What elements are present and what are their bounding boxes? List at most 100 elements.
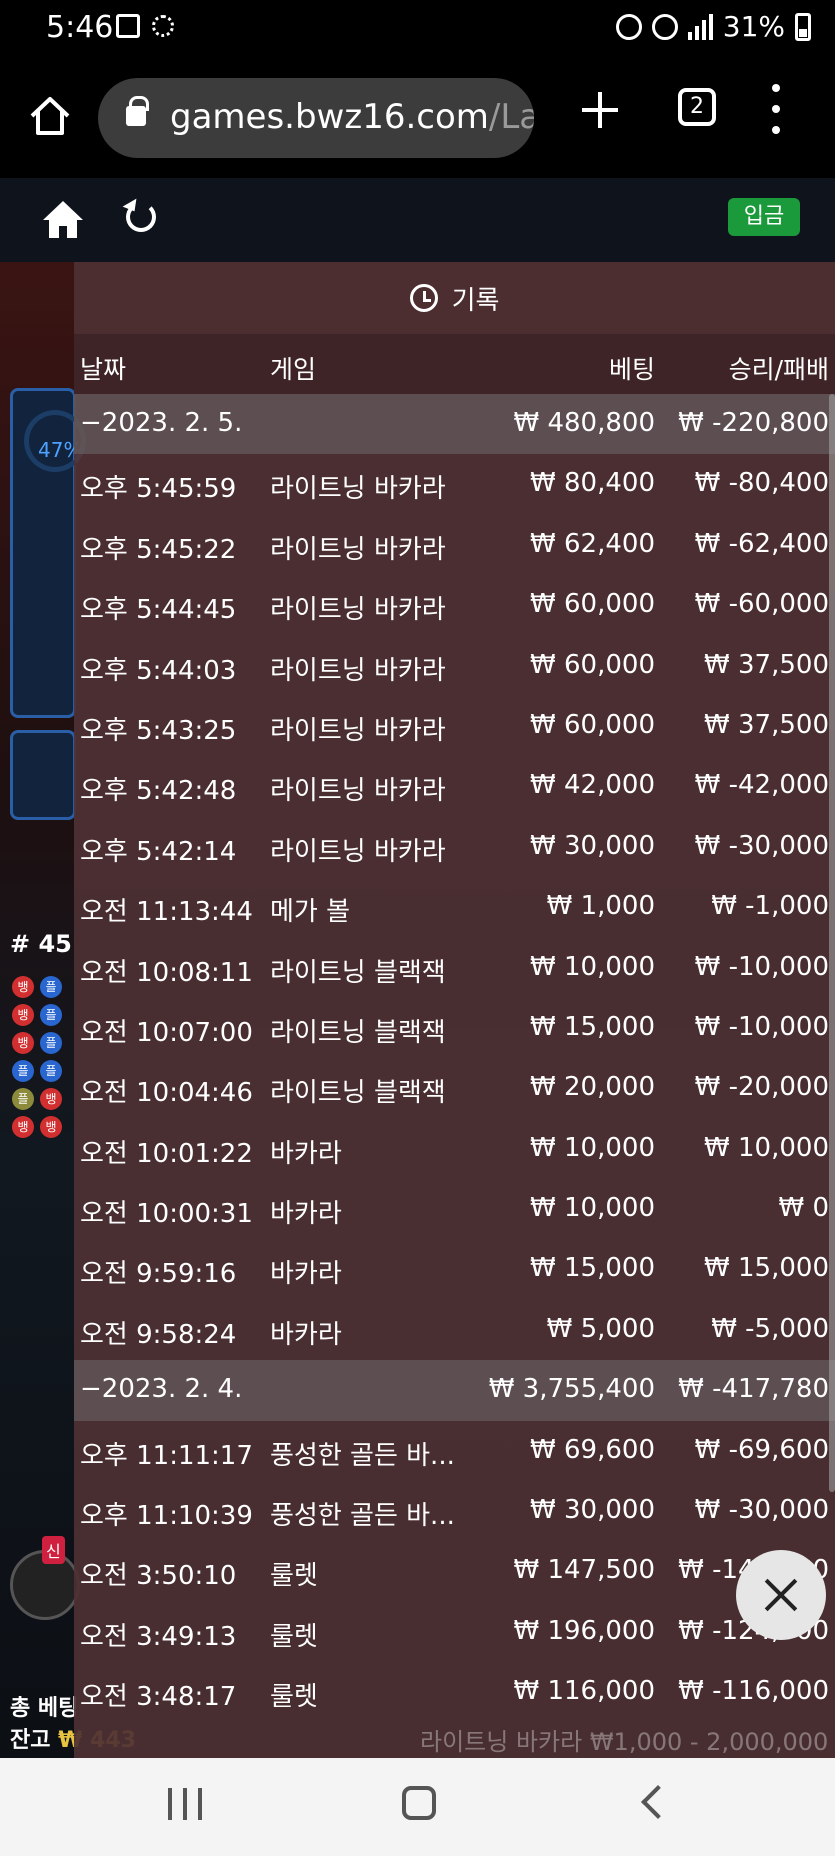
history-row: 오전 11:13:44 메가 볼 ₩ 1,000 ₩ -1,000: [74, 877, 835, 937]
row-date: 오전 11:13:44: [80, 897, 253, 928]
row-date: 오전 9:58:24: [80, 1319, 237, 1350]
column-game: 게임: [270, 355, 317, 384]
reload-icon[interactable]: [126, 202, 156, 232]
row-bet: ₩ 60,000: [530, 709, 655, 740]
history-row: 오전 10:00:31 바카라 ₩ 10,000 ₩ 0: [74, 1179, 835, 1239]
history-row: 오후 11:10:39 풍성한 골든 바... ₩ 30,000 ₩ -30,000: [74, 1481, 835, 1541]
row-win-loss: ₩ -220,800: [678, 408, 829, 438]
row-game: 라이트닝 바카라: [270, 776, 446, 807]
row-date: 오후 11:11:17: [80, 1440, 253, 1471]
row-bet: ₩ 480,800: [513, 408, 656, 438]
row-game: 라이트닝 바카라: [270, 595, 446, 626]
url-text: games.bwz16.com/La: [170, 97, 534, 137]
status-bar: 5:46 31%: [0, 0, 835, 62]
row-win-loss: ₩ 0: [778, 1193, 829, 1224]
row-bet: ₩ 80,400: [530, 468, 655, 499]
history-list[interactable]: −2023. 2. 5. ₩ 480,800 ₩ -220,800 오후 5:45:5…: [74, 394, 835, 1723]
bead-road: 뱅 플 뱅 플 뱅 플 플 플 플 뱅 뱅 뱅: [12, 976, 72, 1138]
history-row: 오전 9:59:16 바카라 ₩ 15,000 ₩ 15,000: [74, 1239, 835, 1299]
row-game: 라이트닝 블랙잭: [270, 1017, 446, 1048]
row-win-loss: ₩ -30,000: [694, 1495, 829, 1526]
round-label: # 45: [10, 930, 72, 958]
row-date: 오후 5:43:25: [80, 715, 237, 746]
close-button[interactable]: [736, 1550, 826, 1640]
new-badge: 신: [42, 1536, 65, 1564]
row-win-loss: ₩ 15,000: [704, 1253, 829, 1284]
history-icon: [409, 284, 438, 312]
column-date: 날짜: [80, 355, 127, 384]
alarm-icon: [615, 13, 642, 40]
browser-home-icon[interactable]: [26, 92, 74, 140]
row-bet: ₩ 20,000: [530, 1072, 655, 1103]
row-bet: ₩ 1,000: [546, 891, 655, 922]
row-game: 바카라: [270, 1138, 342, 1169]
bead: 뱅: [12, 1116, 34, 1138]
bead: 뱅: [12, 976, 34, 998]
row-bet: ₩ 62,400: [530, 528, 655, 559]
history-row: 오전 10:04:46 라이트닝 블랙잭 ₩ 20,000 ₩ -20,000: [74, 1058, 835, 1118]
site-home-icon[interactable]: [40, 196, 86, 242]
row-date: 오후 5:44:03: [80, 655, 237, 686]
history-row: 오후 5:43:25 라이트닝 바카라 ₩ 60,000 ₩ 37,500: [74, 696, 835, 756]
new-tab-icon[interactable]: [580, 90, 620, 130]
row-date: 오전 9:59:16: [80, 1259, 237, 1290]
history-row: 오전 10:01:22 바카라 ₩ 10,000 ₩ 10,000: [74, 1119, 835, 1179]
tab-switcher-button[interactable]: 2: [678, 88, 716, 126]
browser-toolbar: games.bwz16.com/La 2: [0, 62, 835, 178]
history-title: 기록: [451, 285, 500, 316]
address-bar[interactable]: games.bwz16.com/La: [98, 78, 534, 158]
row-win-loss: ₩ -69,600: [694, 1434, 829, 1465]
row-bet: ₩ 10,000: [530, 1132, 655, 1163]
bead: 뱅: [40, 1116, 62, 1138]
row-bet: ₩ 60,000: [530, 589, 655, 620]
row-date: −2023. 2. 5.: [80, 408, 243, 438]
row-date: 오전 10:00:31: [80, 1199, 253, 1230]
row-date: 오전 10:04:46: [80, 1078, 253, 1109]
row-bet: ₩ 42,000: [530, 770, 655, 801]
more-menu-icon[interactable]: [770, 84, 782, 134]
total-bet-label: 총 베팅: [10, 1696, 79, 1721]
row-game: 라이트닝 바카라: [270, 534, 446, 565]
date-group-row[interactable]: −2023. 2. 5. ₩ 480,800 ₩ -220,800: [74, 394, 835, 455]
row-win-loss: ₩ -20,000: [694, 1072, 829, 1103]
row-bet: ₩ 10,000: [530, 951, 655, 982]
status-time: 5:46: [46, 10, 114, 45]
row-bet: ₩ 3,755,400: [488, 1374, 655, 1405]
deposit-button[interactable]: 입금: [728, 198, 800, 236]
row-date: 오후 5:45:59: [80, 474, 237, 505]
history-row: 오전 3:48:17 룰렛 ₩ 116,000 ₩ -116,000: [74, 1662, 835, 1722]
row-bet: ₩ 15,000: [530, 1011, 655, 1042]
weather-icon: [152, 15, 174, 37]
row-date: 오전 10:07:00: [80, 1017, 253, 1048]
row-win-loss: ₩ 37,500: [704, 649, 829, 680]
history-row: 오후 5:45:22 라이트닝 바카라 ₩ 62,400 ₩ -62,400: [74, 515, 835, 575]
bead: 플: [12, 1088, 34, 1110]
row-date: 오전 3:48:17: [80, 1682, 237, 1713]
home-icon[interactable]: [402, 1786, 436, 1820]
battery-icon: [795, 12, 811, 41]
row-date: 오후 5:45:22: [80, 534, 237, 565]
bead: 뱅: [12, 1004, 34, 1026]
date-group-row[interactable]: −2023. 2. 4. ₩ 3,755,400 ₩ -417,780: [74, 1360, 835, 1421]
history-row: 오전 3:50:10룰렛₩ 147,500₩ -147,500: [74, 1541, 835, 1601]
row-game: 룰렛: [270, 1561, 318, 1592]
row-game: 룰렛: [270, 1682, 318, 1713]
row-bet: ₩ 10,000: [530, 1193, 655, 1224]
row-date: 오후 5:44:45: [80, 595, 237, 626]
lock-icon: [126, 96, 149, 126]
row-win-loss: ₩ -60,000: [694, 589, 829, 620]
row-date: 오후 5:42:48: [80, 776, 237, 807]
row-bet: ₩ 15,000: [530, 1253, 655, 1284]
row-date: 오전 3:50:10: [80, 1561, 237, 1592]
history-row: 오전 10:07:00 라이트닝 블랙잭 ₩ 15,000 ₩ -10,000: [74, 998, 835, 1058]
row-date: 오후 11:10:39: [80, 1501, 253, 1532]
recents-icon[interactable]: [168, 1788, 202, 1820]
back-icon[interactable]: [641, 1785, 675, 1819]
scrollbar[interactable]: [829, 394, 835, 1492]
row-date: 오후 5:42:14: [80, 836, 237, 867]
row-win-loss: ₩ -116,000: [678, 1676, 829, 1707]
row-game: 바카라: [270, 1199, 342, 1230]
history-row: 오전 10:08:11 라이트닝 블랙잭 ₩ 10,000 ₩ -10,000: [74, 938, 835, 998]
row-win-loss: ₩ -42,000: [694, 770, 829, 801]
row-date: −2023. 2. 4.: [80, 1374, 243, 1405]
